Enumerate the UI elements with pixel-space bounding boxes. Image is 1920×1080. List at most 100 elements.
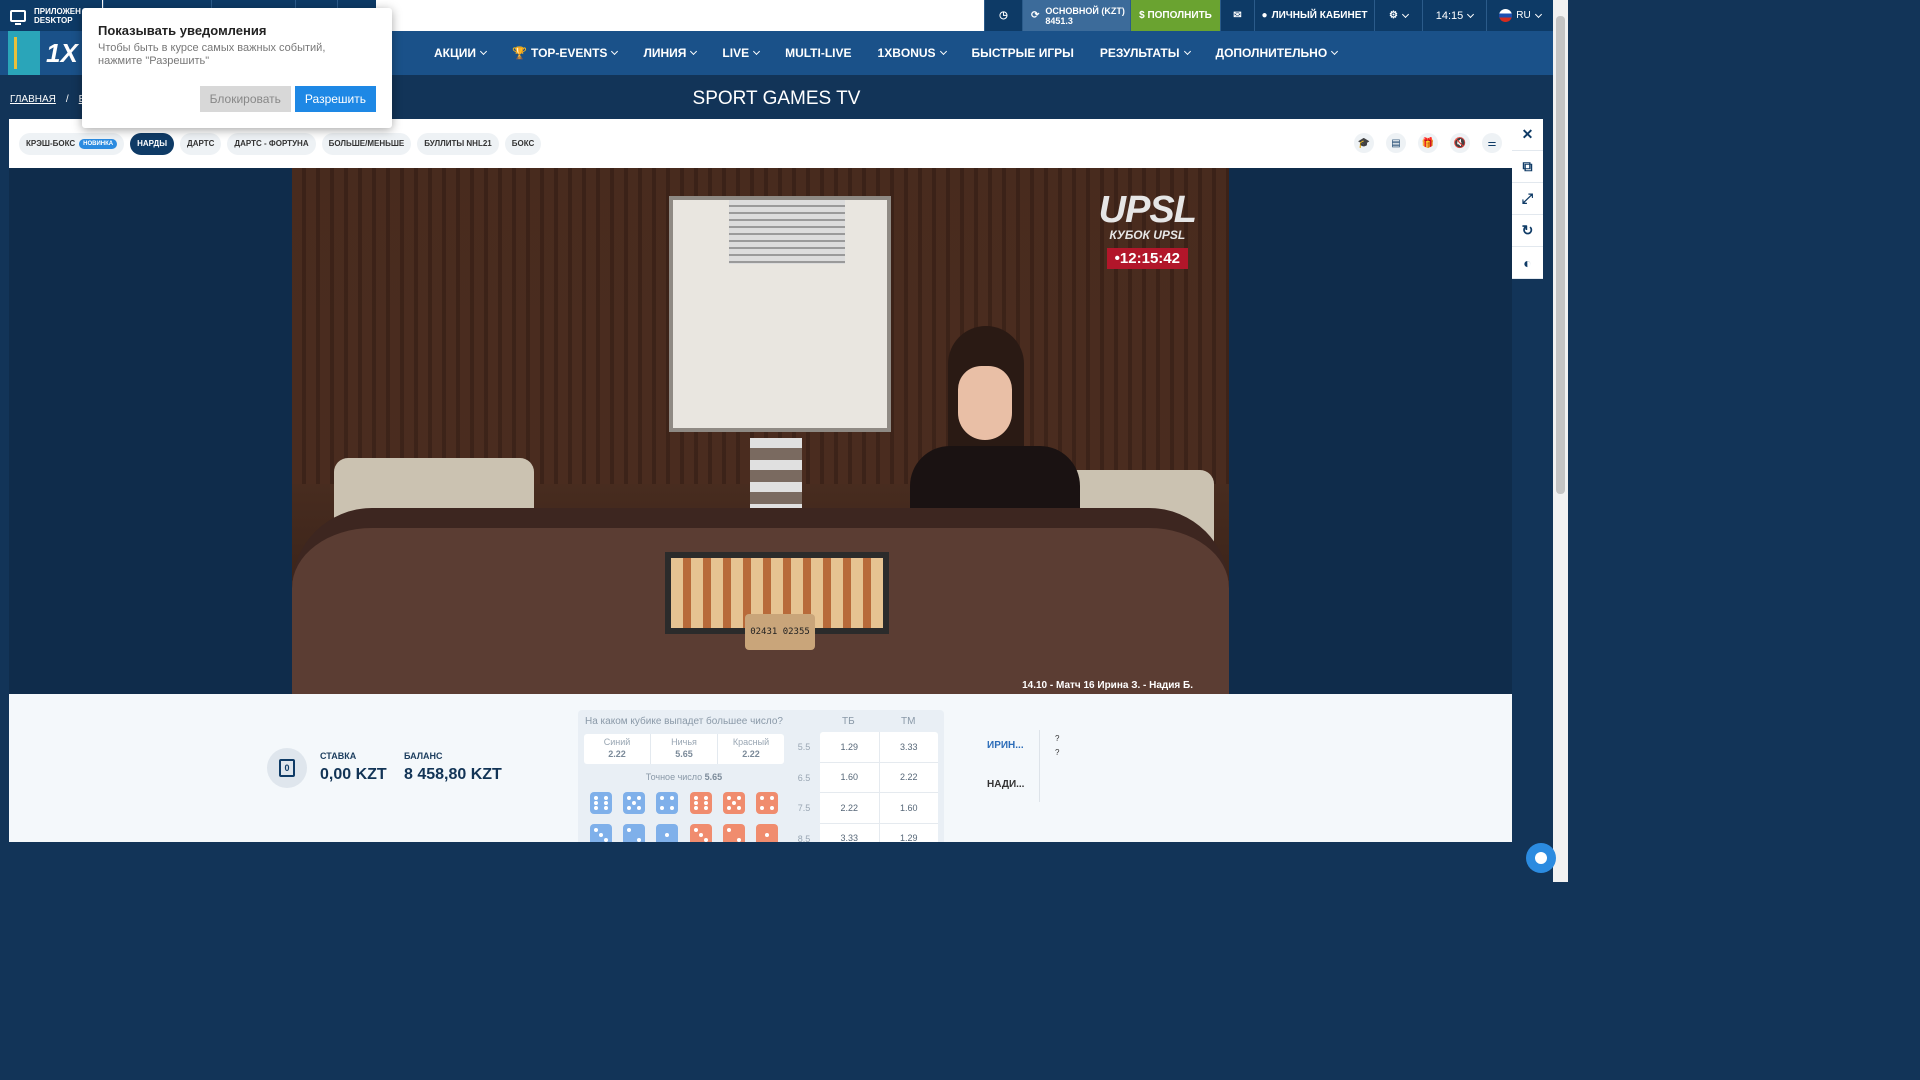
upsl-overlay: UPSL КУБОК UPSL •12:15:42 (1098, 189, 1197, 269)
nav-item-live[interactable]: LIVE (722, 46, 761, 60)
support-chat-button[interactable] (1526, 843, 1556, 873)
allow-button[interactable]: Разрешить (294, 86, 376, 112)
settings-button[interactable]: ⚙ (1374, 0, 1422, 31)
balance-selector[interactable]: ⟳ ОСНОВНОЙ (KZT) 8451.3 (1022, 0, 1130, 31)
nav-item-1xbonus[interactable]: 1XBONUS (878, 46, 947, 60)
tab-shootout-nhl21[interactable]: БУЛЛИТЫ NHL21 (417, 132, 499, 155)
tab-darts-fortune[interactable]: ДАРТС - ФОРТУНА (227, 132, 316, 155)
wallet-button[interactable]: 0 (267, 748, 307, 788)
popout-icon[interactable]: ⧉ (1512, 151, 1543, 183)
logo[interactable]: 1X (46, 38, 78, 69)
mail-button[interactable]: ✉ (1220, 0, 1254, 31)
tab-boxing[interactable]: БОКС (504, 132, 542, 155)
die-red-icon[interactable] (756, 792, 779, 814)
die-red-icon[interactable] (689, 824, 712, 842)
page-scrollbar[interactable] (1553, 0, 1568, 882)
person-face (958, 366, 1012, 440)
nav-label: TOP-EVENTS (530, 46, 608, 60)
settings-sliders-icon[interactable]: ⚌ (1482, 133, 1502, 153)
scrollbar-thumb[interactable] (1556, 16, 1565, 494)
desktop-app-label-2: DESKTOP (34, 15, 73, 25)
tab-label: БОЛЬШЕ/МЕНЬШЕ (328, 139, 405, 148)
under-odds[interactable]: 1.60 (880, 793, 939, 823)
chevron-down-icon (1467, 10, 1475, 18)
option-red[interactable]: Красный 2.22 (718, 734, 784, 764)
die-red-icon[interactable] (722, 792, 745, 814)
option-name: Синий (603, 737, 631, 747)
over-odds[interactable]: 1.60 (820, 762, 880, 792)
tab-backgammon[interactable]: НАРДЫ (130, 132, 175, 155)
nav-item-multi-live[interactable]: MULTI-LIVE (785, 46, 851, 60)
nav-item-promos[interactable]: АКЦИИ (434, 46, 488, 60)
notification-prompt: Показывать уведомления Чтобы быть в курс… (82, 8, 392, 128)
time-selector[interactable]: 14:15 (1422, 0, 1486, 31)
option-blue[interactable]: Синий 2.22 (584, 734, 651, 764)
live-timer: •12:15:42 (1106, 248, 1188, 269)
history-button[interactable]: ◷ (984, 0, 1022, 31)
tab-label: БОКС (511, 139, 535, 148)
die-blue-icon[interactable] (589, 824, 612, 842)
language-value: RU (1516, 10, 1531, 21)
dice-row (584, 824, 784, 842)
die-blue-icon[interactable] (622, 792, 645, 814)
tab-darts[interactable]: ДАРТС (180, 132, 222, 155)
player-1-name: ИРИН... (987, 740, 1024, 751)
chevron-down-icon (1534, 10, 1542, 18)
die-blue-icon[interactable] (622, 824, 645, 842)
deposit-button[interactable]: $ ПОПОЛНИТЬ (1130, 0, 1220, 31)
mute-icon[interactable]: 🔇 (1450, 133, 1470, 153)
tab-crash-box[interactable]: КРЭШ-БОКС НОВИНКА (19, 132, 125, 155)
over-odds[interactable]: 2.22 (820, 793, 880, 823)
gear-icon: ⚙ (1389, 10, 1398, 21)
total-lines: 5.5 6.5 7.5 8.5 (792, 732, 816, 842)
odds-question: На каком кубике выпадет большее число? (585, 716, 783, 727)
die-red-icon[interactable] (689, 792, 712, 814)
over-odds[interactable]: 3.33 (820, 823, 880, 842)
gift-icon[interactable]: 🎁 (1418, 133, 1438, 153)
toggle-icon[interactable]: ◐ (1512, 247, 1543, 279)
under-odds[interactable]: 1.29 (880, 824, 939, 842)
die-blue-icon[interactable] (589, 792, 612, 814)
die-blue-icon[interactable] (656, 792, 679, 814)
tab-over-under[interactable]: БОЛЬШЕ/МЕНЬШЕ (321, 132, 412, 155)
nav-item-line[interactable]: ЛИНИЯ (643, 46, 698, 60)
time-value: 14:15 (1435, 9, 1464, 22)
notification-buttons: Блокировать Разрешить (199, 86, 376, 112)
nav-item-more[interactable]: ДОПОЛНИТЕЛЬНО (1216, 46, 1339, 60)
die-blue-icon[interactable] (656, 824, 679, 842)
nav-item-fast-games[interactable]: БЫСТРЫЕ ИГРЫ (972, 46, 1074, 60)
close-icon[interactable]: ✕ (1512, 119, 1543, 151)
over-odds[interactable]: 1.29 (820, 732, 880, 762)
cabinet-button[interactable]: ● ЛИЧНЫЙ КАБИНЕТ (1254, 0, 1374, 31)
nav-item-top-events[interactable]: 🏆 TOP-EVENTS (512, 46, 619, 60)
new-badge: НОВИНКА (79, 138, 118, 149)
die-red-icon[interactable] (756, 824, 779, 842)
kz-flag-logo (8, 31, 40, 75)
chevron-down-icon (690, 47, 698, 56)
reload-icon[interactable]: ↻ (1512, 215, 1543, 247)
under-odds[interactable]: 2.22 (880, 763, 939, 793)
nav-items: АКЦИИ 🏆 TOP-EVENTS ЛИНИЯ LIVE MULTI-LIVE … (434, 31, 1339, 75)
block-button[interactable]: Блокировать (199, 86, 291, 112)
option-draw[interactable]: Ничья 5.65 (651, 734, 718, 764)
nav-item-results[interactable]: РЕЗУЛЬТАТЫ (1100, 46, 1191, 60)
color-options: Синий 2.22 Ничья 5.65 Красный 2.22 (584, 734, 784, 764)
stake-value: 0,00 KZT (320, 766, 387, 783)
under-odds[interactable]: 3.33 (880, 732, 939, 762)
rules-book-icon[interactable]: ▤ (1386, 133, 1406, 153)
language-selector[interactable]: RU (1486, 0, 1553, 31)
tutorial-icon[interactable]: 🎓 (1354, 133, 1374, 153)
user-icon (1535, 852, 1547, 864)
over-header: ТБ (842, 716, 855, 727)
refresh-icon: ⟳ (1031, 10, 1040, 21)
balance-label: БАЛАНС (404, 751, 443, 761)
option-odds: 2.22 (742, 749, 760, 759)
balance-value: 8 458,80 KZT (404, 766, 502, 783)
table-row: 1.60 2.22 (820, 762, 939, 793)
user-icon: ● (1261, 10, 1268, 21)
fullscreen-icon[interactable]: ⤢ (1512, 183, 1543, 215)
die-red-icon[interactable] (722, 824, 745, 842)
video-stream[interactable]: 02431 02355 UPSL КУБОК UPSL •12:15:42 14… (292, 168, 1229, 694)
upsl-logo: UPSL (1098, 189, 1197, 231)
total-line: 8.5 (797, 833, 811, 842)
